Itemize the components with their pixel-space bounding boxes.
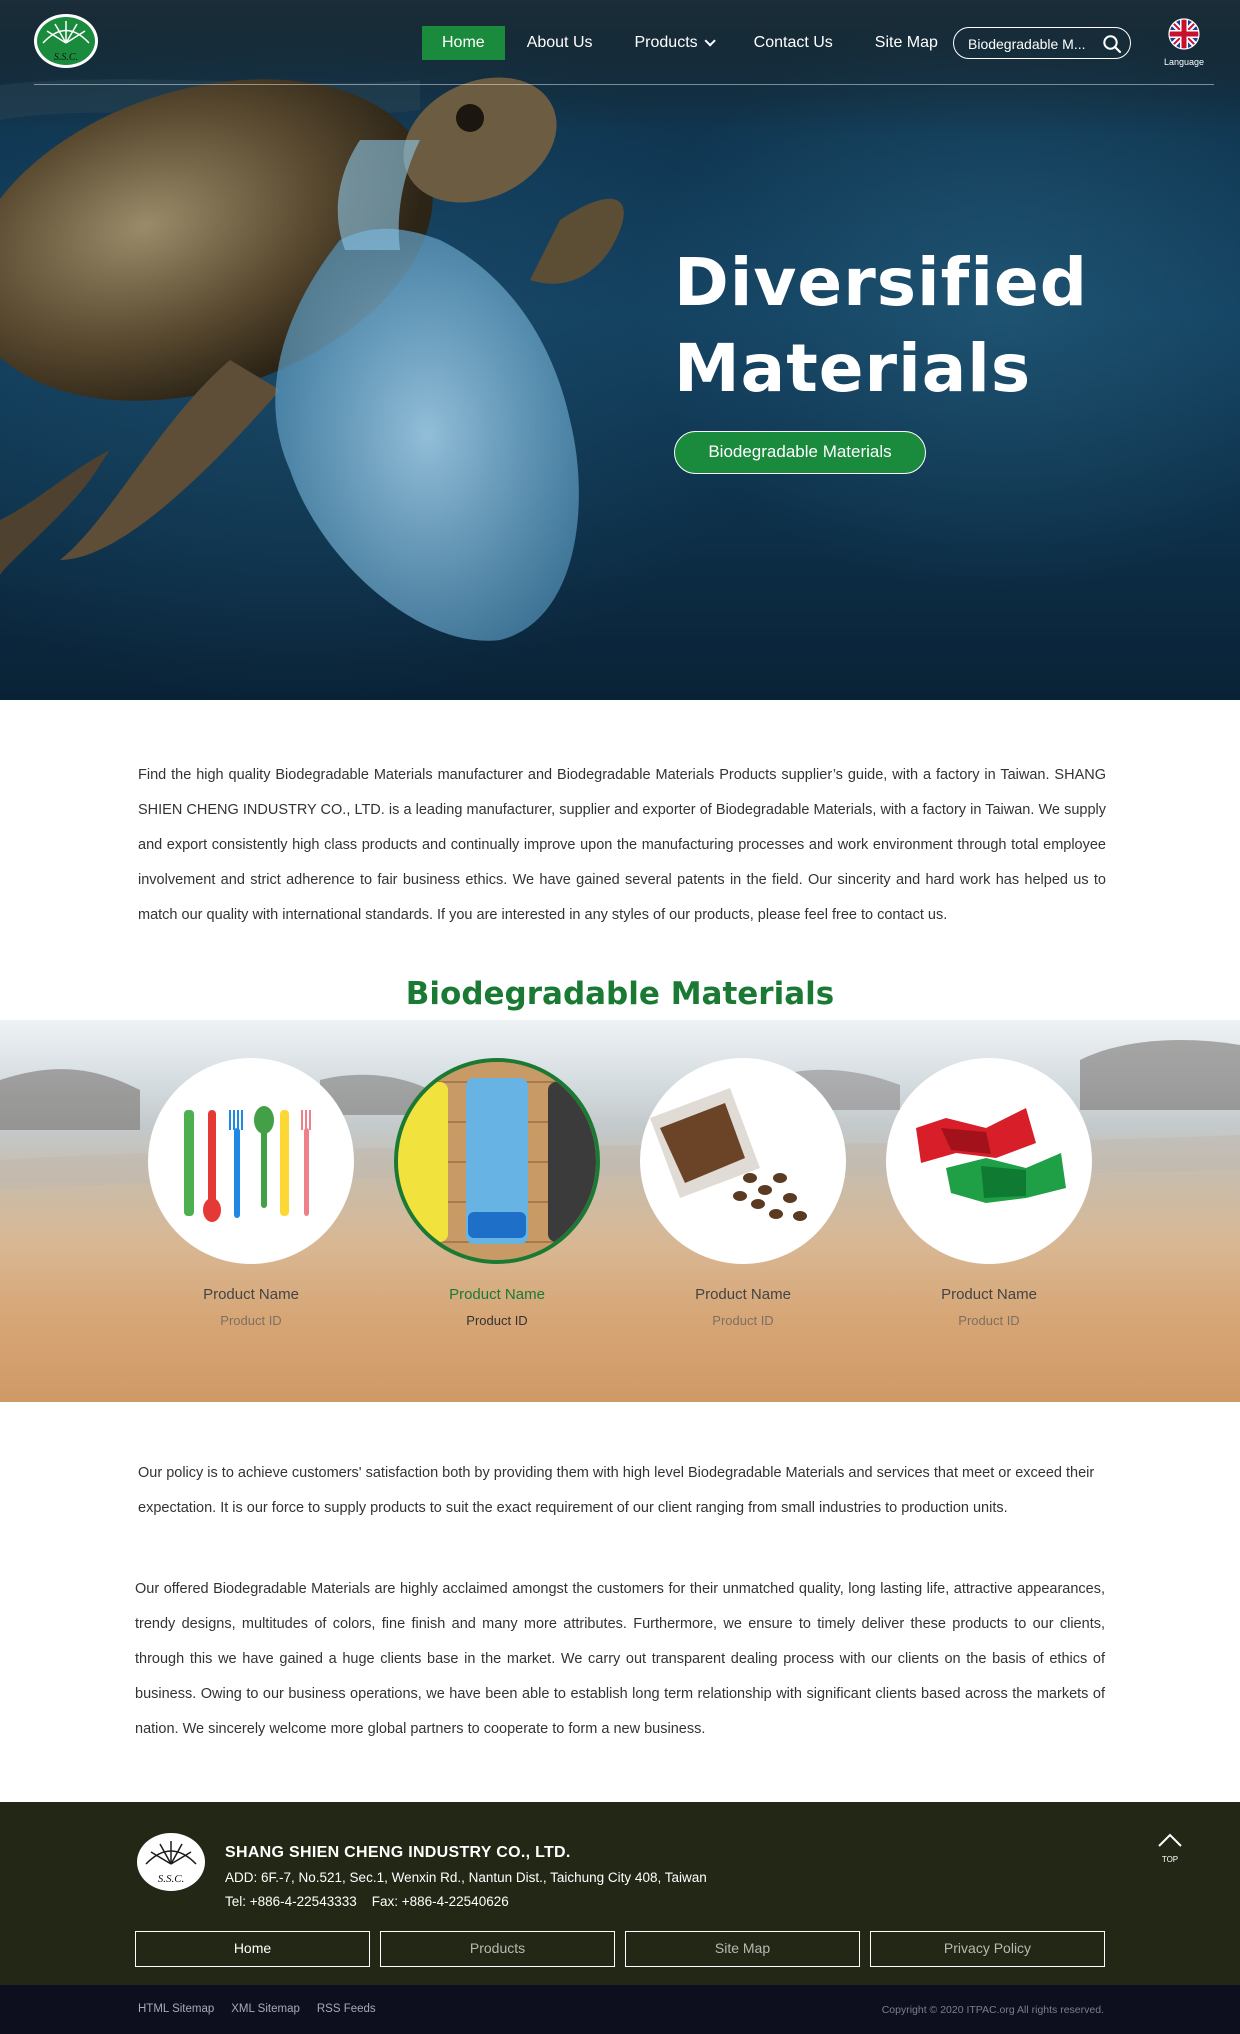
company-logo[interactable]: S.S.C. <box>33 13 99 69</box>
nav-contact-us[interactable]: Contact Us <box>734 26 853 60</box>
footer-link-home[interactable]: Home <box>135 1931 370 1967</box>
top-navigation-bar: S.S.C. Home About Us Products Contact Us… <box>0 0 1240 86</box>
language-selector[interactable]: Language <box>1160 18 1208 68</box>
footer-logo-text: S.S.C. <box>158 1873 185 1885</box>
hero-cta-button[interactable]: Biodegradable Materials <box>674 431 926 474</box>
bottom-bar: HTML Sitemap XML Sitemap RSS Feeds Copyr… <box>0 1985 1240 2034</box>
chevron-down-icon <box>704 35 716 47</box>
footer-company-name: SHANG SHIEN CHENG INDUSTRY CO., LTD. <box>225 1844 571 1861</box>
back-to-top-button[interactable]: TOP <box>1150 1832 1190 1868</box>
product-image <box>148 1058 354 1264</box>
footer-contact: Tel: +886-4-22543333 Fax: +886-4-2254062… <box>225 1894 509 1909</box>
footer-logo[interactable]: S.S.C. <box>136 1832 206 1892</box>
search-box <box>953 27 1131 59</box>
policy-paragraph: Our policy is to achieve customers' sati… <box>138 1465 1095 1516</box>
search-icon[interactable] <box>1102 34 1122 54</box>
product-name[interactable]: Product Name <box>633 1286 853 1303</box>
product-image <box>886 1058 1092 1264</box>
main-nav: Home About Us Products Contact Us Site M… <box>422 26 960 60</box>
candy-wrapper-image <box>916 1108 1066 1203</box>
product-card[interactable]: Product Name Product ID <box>633 1058 853 1328</box>
product-card[interactable]: Product Name Product ID <box>387 1058 607 1328</box>
copyright-text: Copyright © 2020 ITPAC.org All rights re… <box>881 2004 1104 2016</box>
footer: S.S.C. SHANG SHIEN CHENG INDUSTRY CO., L… <box>0 1802 1240 1985</box>
nav-site-map[interactable]: Site Map <box>855 26 958 60</box>
bottom-links: HTML Sitemap XML Sitemap RSS Feeds <box>138 2003 393 2015</box>
product-card[interactable]: Product Name Product ID <box>879 1058 1099 1328</box>
top-label: TOP <box>1161 1855 1179 1864</box>
product-image <box>394 1058 600 1264</box>
nav-products[interactable]: Products <box>615 26 732 60</box>
product-name[interactable]: Product Name <box>141 1286 361 1303</box>
html-sitemap-link[interactable]: HTML Sitemap <box>138 2003 214 2015</box>
logo-text: S.S.C. <box>54 52 78 63</box>
footer-link-site-map[interactable]: Site Map <box>625 1931 860 1967</box>
language-label: Language <box>1163 57 1205 67</box>
product-id: Product ID <box>958 1313 1020 1328</box>
hero-title: Diversified Materials <box>674 244 1088 407</box>
product-image <box>640 1058 846 1264</box>
rss-feeds-link[interactable]: RSS Feeds <box>317 2003 376 2015</box>
intro-paragraph: Find the high quality Biodegradable Mate… <box>138 767 1106 923</box>
product-id: Product ID <box>220 1313 282 1328</box>
coffee-beans-image <box>650 1088 807 1221</box>
footer-fax: Fax: +886-4-22540626 <box>371 1894 509 1909</box>
product-card[interactable]: Product Name Product ID <box>141 1058 361 1328</box>
uk-flag-icon <box>1168 18 1200 50</box>
search-input[interactable] <box>968 34 1098 54</box>
bag-rolls-image <box>398 1062 596 1260</box>
footer-links: Home Products Site Map Privacy Policy <box>135 1931 1105 1967</box>
product-id: Product ID <box>712 1313 774 1328</box>
nav-home[interactable]: Home <box>422 26 505 60</box>
nav-divider <box>34 84 1214 85</box>
xml-sitemap-link[interactable]: XML Sitemap <box>231 2003 300 2015</box>
footer-tel: Tel: +886-4-22543333 <box>225 1894 357 1909</box>
footer-link-privacy-policy[interactable]: Privacy Policy <box>870 1931 1105 1967</box>
nav-about-us[interactable]: About Us <box>507 26 613 60</box>
product-name[interactable]: Product Name <box>879 1286 1099 1303</box>
offered-paragraph: Our offered Biodegradable Materials are … <box>135 1581 1105 1737</box>
product-list: Product Name Product ID Product Name Pro… <box>0 1058 1240 1358</box>
footer-address: ADD: 6F.-7, No.521, Sec.1, Wenxin Rd., N… <box>225 1870 707 1885</box>
footer-link-products[interactable]: Products <box>380 1931 615 1967</box>
section-title: Biodegradable Materials <box>405 976 835 1012</box>
product-name[interactable]: Product Name <box>387 1286 607 1303</box>
cutlery-image <box>184 1106 311 1222</box>
hero-banner: S.S.C. Home About Us Products Contact Us… <box>0 0 1240 700</box>
chevron-up-icon <box>1158 1833 1182 1847</box>
product-id: Product ID <box>466 1313 528 1328</box>
